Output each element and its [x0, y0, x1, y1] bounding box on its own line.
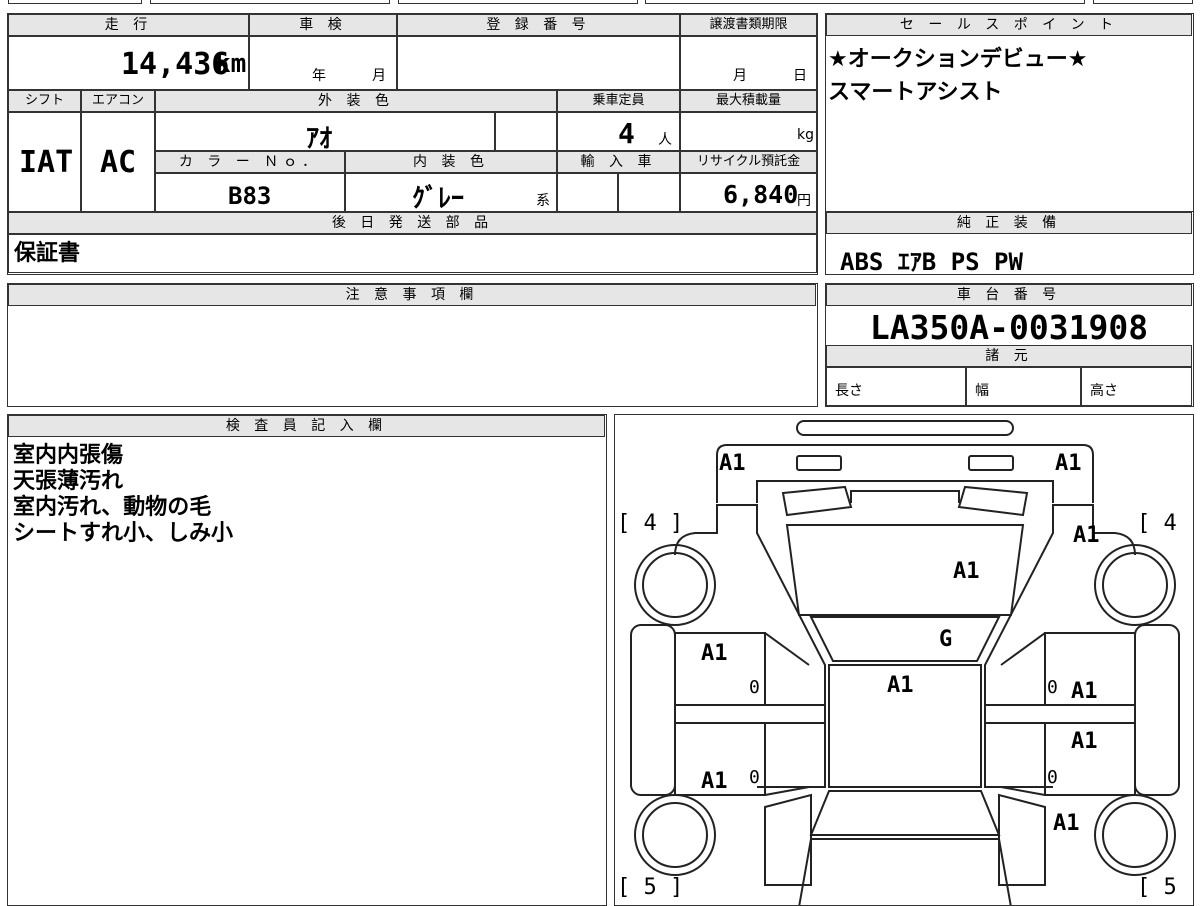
later-parts-value: 保証書 [14, 241, 81, 266]
transfer-deadline-cell: 月 日 [680, 36, 817, 90]
notes-panel: 注 意 事 項 欄 [7, 283, 818, 407]
zero-right-rear: 0 [1047, 767, 1058, 788]
aircon-label: エアコン [81, 90, 155, 112]
exterior-color-cell: ｱｵ [155, 112, 495, 151]
recycle-fee-value: 6,840 [723, 180, 799, 209]
interior-color-label: 内 装 色 [345, 151, 557, 173]
equipment-panel: 純 正 装 備 ABS ｴｱB PS PW [825, 211, 1194, 276]
inspection-year-unit: 年 [312, 68, 326, 84]
interior-color-suffix: 系 [536, 193, 550, 209]
mileage-cell: 14,436 km [8, 36, 249, 90]
tire-count-front-left: [ 4 ] [617, 511, 684, 536]
color-no-value: B83 [228, 182, 272, 210]
transfer-month-unit: 月 [733, 68, 747, 84]
color-no-cell: B83 [155, 173, 345, 212]
equipment-value: ABS ｴｱB PS PW [840, 248, 1023, 276]
inspector-line-4: シートすれ小、しみ小 [13, 521, 234, 546]
sales-point-line-1: ★オークションデビュー★ [828, 47, 1088, 72]
max-load-unit: kg [797, 127, 814, 143]
transfer-day-unit: 日 [793, 68, 807, 84]
inspector-label: 検 査 員 記 入 欄 [8, 415, 605, 437]
shift-label: シフト [8, 90, 81, 112]
transfer-deadline-label: 譲渡書類期限 [680, 14, 817, 36]
chassis-label: 車 台 番 号 [826, 284, 1192, 306]
recycle-fee-label: リサイクル預託金 [680, 151, 817, 173]
registration-cell [397, 36, 680, 90]
mark-front-left: A1 [719, 451, 746, 476]
interior-color-cell: ｸﾞﾚｰ 系 [345, 173, 557, 212]
shift-cell: IAT [8, 112, 81, 212]
sales-point-label: セ ー ル ス ポ イ ン ト [826, 14, 1192, 36]
inspection-month-unit: 月 [372, 68, 386, 84]
chassis-value: LA350A-0031908 [869, 308, 1149, 347]
specs-width-cell: 幅 [966, 367, 1081, 406]
registration-label: 登 録 番 号 [397, 14, 680, 36]
max-load-label: 最大積載量 [680, 90, 817, 112]
mark-roof: A1 [887, 673, 914, 698]
tire-count-rear-right: [ 5 ] [1137, 875, 1193, 900]
capacity-value: 4 [618, 117, 635, 150]
mark-front-right-fender: A1 [1073, 523, 1100, 548]
mark-right-front-door: A1 [1071, 679, 1098, 704]
sales-point-line-2: スマートアシスト [828, 80, 1003, 105]
inspector-line-2: 天張薄汚れ [13, 469, 124, 494]
max-load-cell: kg [680, 112, 817, 151]
specs-width-label: 幅 [975, 383, 989, 399]
capacity-unit: 人 [658, 132, 672, 148]
aircon-cell: AC [81, 112, 155, 212]
top-strip [0, 0, 1200, 6]
inspector-line-1: 室内内張傷 [13, 443, 124, 468]
zero-left-front: 0 [749, 677, 760, 698]
mark-left-rear-door: A1 [701, 769, 728, 794]
color-no-label: カ ラ ー Ｎｏ． [155, 151, 345, 173]
tire-count-rear-left: [ 5 ] [617, 875, 684, 900]
exterior-color-label: 外 装 色 [155, 90, 557, 112]
mileage-value: 14,436 [121, 47, 230, 82]
import-cell-b [618, 173, 680, 212]
later-parts-label: 後 日 発 送 部 品 [8, 212, 817, 234]
shift-value: IAT [19, 145, 74, 180]
specs-label: 諸 元 [826, 345, 1192, 367]
sales-point-panel: セ ー ル ス ポ イ ン ト ★オークションデビュー★ スマートアシスト [825, 13, 1194, 213]
recycle-fee-cell: 6,840 円 [680, 173, 817, 212]
specs-length-cell: 長さ [826, 367, 966, 406]
import-label: 輸 入 車 [557, 151, 680, 173]
import-cell-a [557, 173, 618, 212]
notes-label: 注 意 事 項 欄 [8, 284, 816, 306]
car-damage-diagram: A1 A1 A1 A1 G A1 A1 A1 A1 A1 A1 0 0 0 0 … [614, 414, 1194, 906]
specs-height-label: 高さ [1090, 383, 1118, 399]
capacity-cell: 4 人 [557, 112, 680, 151]
specs-height-cell: 高さ [1081, 367, 1192, 406]
equipment-label: 純 正 装 備 [826, 212, 1192, 234]
exterior-color-extra-cell [495, 112, 557, 151]
zero-right-front: 0 [1047, 677, 1058, 698]
mark-right-rear-quarter: A1 [1053, 811, 1080, 836]
recycle-fee-unit: 円 [797, 193, 811, 209]
exterior-color-value: ｱｵ [306, 124, 333, 151]
chassis-panel: 車 台 番 号 LA350A-0031908 諸 元 長さ 幅 高さ [825, 283, 1194, 407]
capacity-label: 乗車定員 [557, 90, 680, 112]
mark-front-right: A1 [1055, 451, 1082, 476]
mileage-label: 走 行 [8, 14, 249, 36]
inspector-panel: 検 査 員 記 入 欄 室内内張傷 天張薄汚れ 室内汚れ、動物の毛 シートすれ小… [7, 414, 607, 906]
inspection-cell: 年 月 [249, 36, 397, 90]
later-parts-cell: 保証書 [8, 234, 817, 273]
specs-length-label: 長さ [835, 383, 863, 399]
mileage-unit: km [215, 49, 247, 79]
mark-left-front-door: A1 [701, 641, 728, 666]
inspector-line-3: 室内汚れ、動物の毛 [13, 495, 212, 520]
tire-count-front-right: [ 4 ] [1137, 511, 1193, 536]
interior-color-value: ｸﾞﾚｰ [412, 184, 465, 212]
mark-right-rear-door: A1 [1071, 729, 1098, 754]
mark-windshield: G [939, 627, 953, 652]
mark-hood: A1 [953, 559, 980, 584]
vehicle-info-table: 走 行 車 検 登 録 番 号 譲渡書類期限 14,436 km 年 月 月 日… [7, 13, 818, 275]
zero-left-rear: 0 [749, 767, 760, 788]
inspection-label: 車 検 [249, 14, 397, 36]
aircon-value: AC [100, 145, 137, 180]
